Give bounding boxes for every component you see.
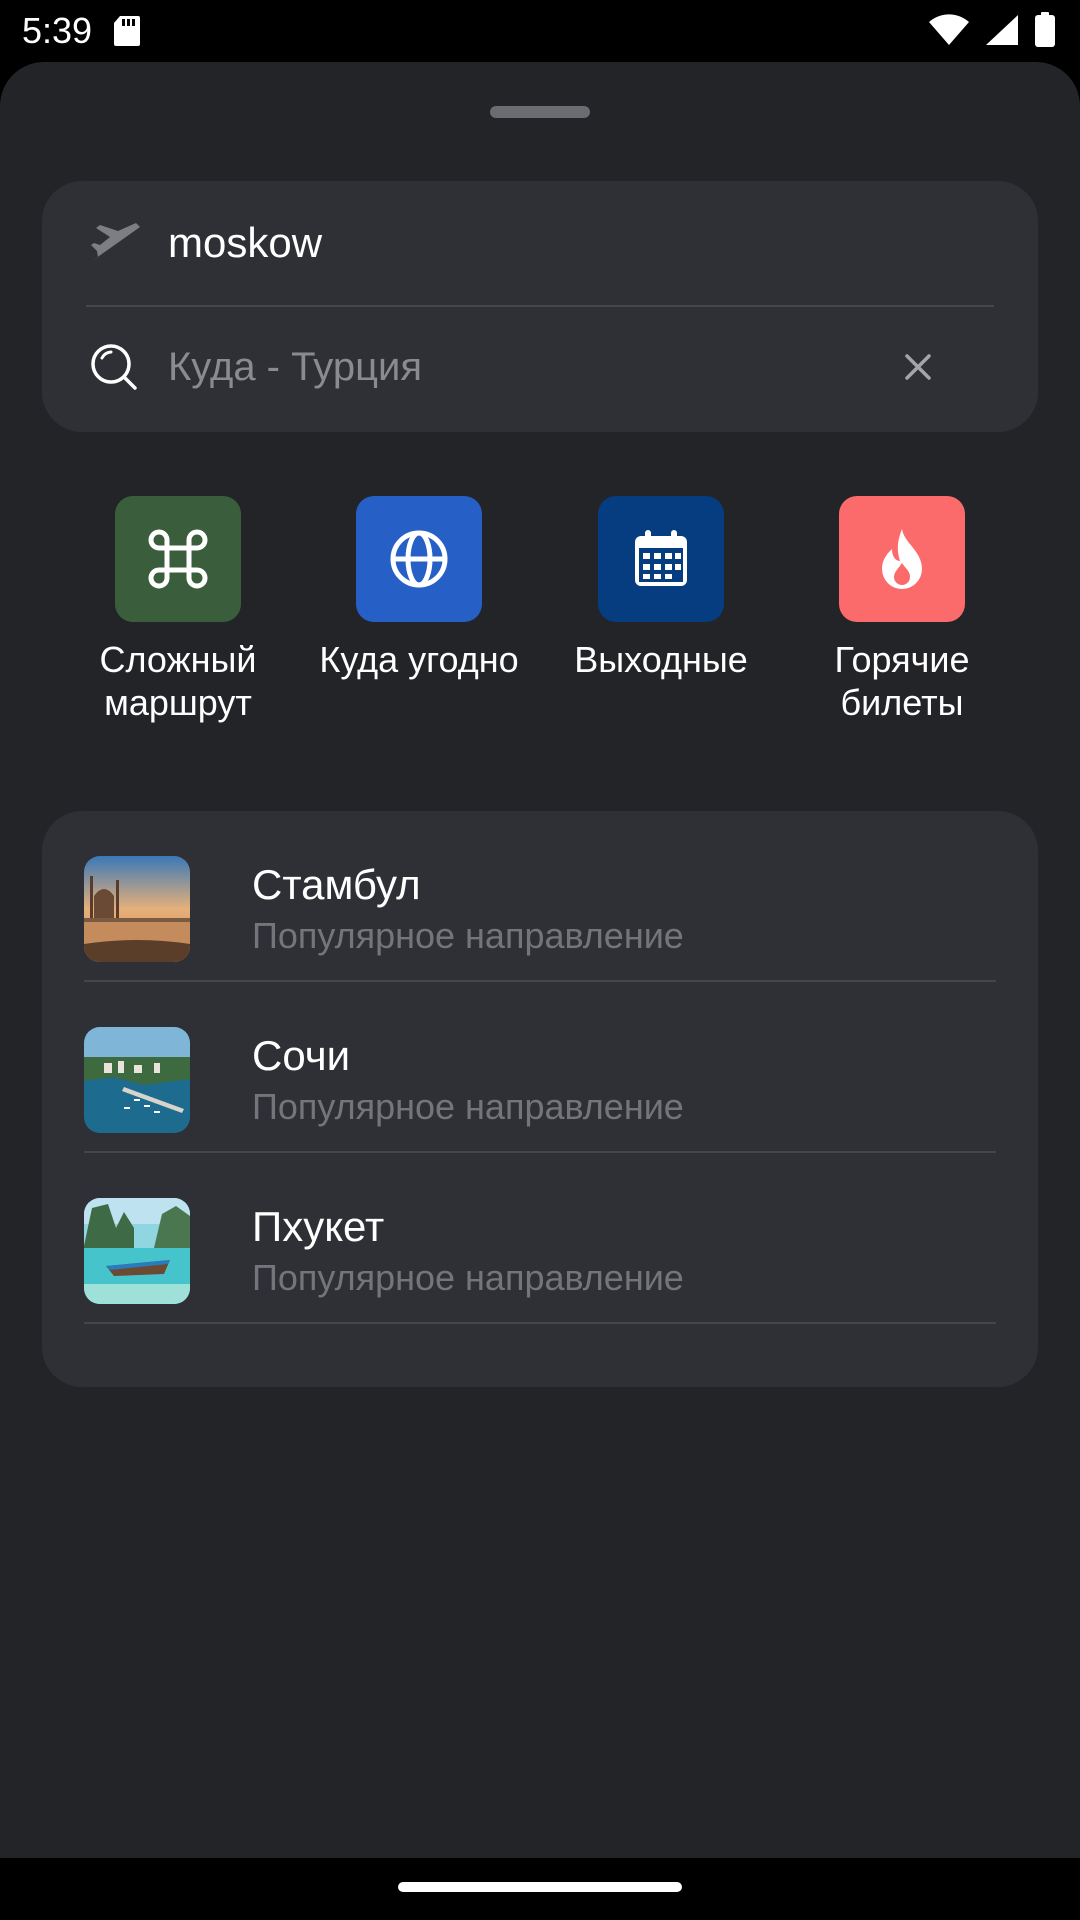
- drag-handle[interactable]: [490, 106, 590, 118]
- quick-action-label: Куда угодно: [319, 639, 519, 680]
- navigation-bar: [0, 1858, 1080, 1920]
- quick-action-weekends[interactable]: Выходные: [541, 496, 781, 681]
- bottom-sheet: moskow Куда - Турция Сложный маршрут Куд…: [0, 62, 1080, 1858]
- popular-destinations-card: Стамбул Популярное направление Сочи Попу…: [42, 811, 1038, 1387]
- destination-image-phuket: [84, 1198, 190, 1304]
- destination-subtitle: Популярное направление: [252, 915, 684, 956]
- quick-action-anywhere[interactable]: Куда угодно: [299, 496, 539, 681]
- destination-name: Пхукет: [252, 1203, 385, 1250]
- destination-row-sochi[interactable]: Сочи Популярное направление: [84, 982, 996, 1153]
- destination-row-phuket[interactable]: Пхукет Популярное направление: [84, 1153, 996, 1324]
- search-icon: [91, 344, 137, 390]
- destination-placeholder: Куда - Турция: [168, 345, 423, 389]
- quick-action-label: Выходные: [574, 639, 748, 680]
- search-card: moskow Куда - Турция: [42, 181, 1038, 432]
- home-gesture-handle[interactable]: [398, 1882, 682, 1892]
- quick-action-label: Сложный маршрут: [99, 639, 257, 723]
- fire-icon: [839, 496, 965, 622]
- origin-value: moskow: [168, 219, 323, 266]
- destination-subtitle: Популярное направление: [252, 1086, 684, 1127]
- quick-action-hot-tickets[interactable]: Горячие билеты: [782, 496, 1022, 724]
- command-icon: [115, 496, 241, 622]
- destination-field[interactable]: Куда - Турция: [42, 307, 1038, 432]
- close-icon[interactable]: [898, 347, 938, 387]
- calendar-icon: [598, 496, 724, 622]
- destination-image-istanbul: [84, 856, 190, 962]
- destination-image-sochi: [84, 1027, 190, 1133]
- destination-row-istanbul[interactable]: Стамбул Популярное направление: [84, 811, 996, 982]
- quick-action-complex-route[interactable]: Сложный маршрут: [58, 496, 298, 724]
- quick-action-label: Горячие билеты: [834, 639, 970, 723]
- status-time: 5:39: [22, 10, 93, 51]
- destination-subtitle: Популярное направление: [252, 1257, 684, 1298]
- divider: [84, 1322, 996, 1324]
- origin-field[interactable]: moskow: [42, 181, 1038, 305]
- destination-name: Стамбул: [252, 861, 421, 908]
- battery-icon: [1035, 12, 1055, 47]
- globe-icon: [356, 496, 482, 622]
- signal-icon: [986, 15, 1018, 45]
- wifi-icon: [929, 14, 969, 46]
- destination-name: Сочи: [252, 1032, 351, 1079]
- airplane-icon: [91, 223, 140, 261]
- sd-card-icon: [114, 16, 140, 46]
- status-bar: 5:39: [0, 0, 1080, 62]
